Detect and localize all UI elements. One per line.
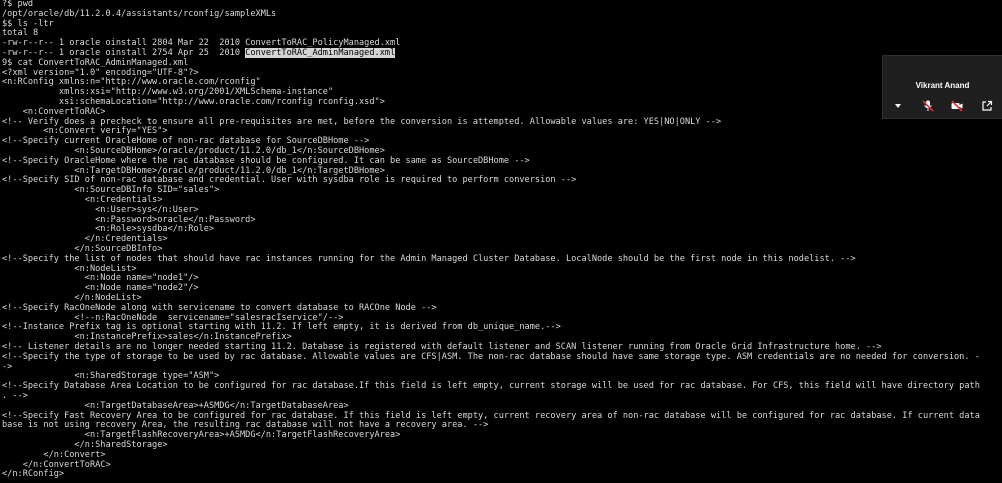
terminal-line: <!--Specify the type of storage to be us… — [2, 351, 980, 362]
camera-off-icon[interactable] — [948, 97, 966, 115]
terminal-line-prefix: -rw-r--r-- 1 oracle oinstall 2754 Apr 25… — [2, 48, 246, 58]
terminal-window[interactable]: ?$ pwd /opt/oracle/db/11.2.0.4/assistant… — [0, 0, 1002, 483]
participant-name: Vikrant Anand — [915, 81, 970, 90]
microphone-muted-icon[interactable] — [919, 97, 937, 115]
call-controls — [883, 96, 1002, 116]
terminal-line: </n:RConfig> — [2, 469, 65, 480]
terminal-line: <!--Specify Database Area Location to be… — [2, 381, 980, 392]
selected-filename[interactable]: ConvertToRAC_AdminManaged.xml — [245, 48, 396, 58]
video-call-overlay[interactable]: Vikrant Anand — [882, 55, 1002, 119]
chevron-down-icon[interactable] — [889, 97, 907, 115]
pop-out-icon[interactable] — [978, 97, 996, 115]
